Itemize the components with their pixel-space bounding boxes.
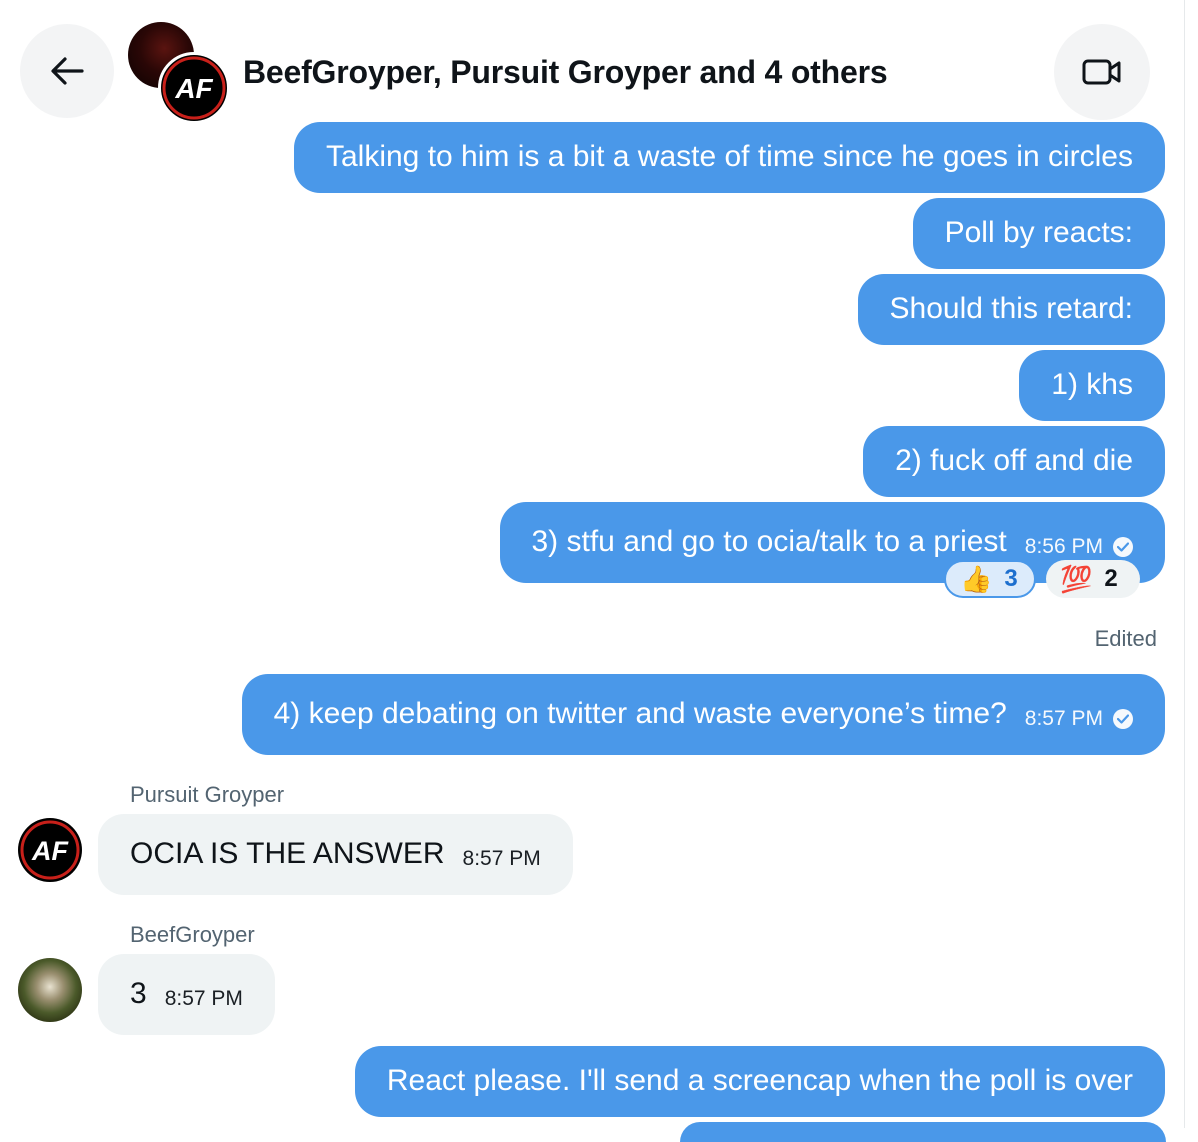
message-meta: 8:57 PM — [1025, 699, 1133, 739]
reaction-thumbs-up[interactable]: 👍 3 — [944, 560, 1036, 598]
reaction-hundred[interactable]: 💯 2 — [1046, 560, 1140, 598]
sender-name: BeefGroyper — [130, 922, 255, 947]
thumbs-up-icon: 👍 — [960, 563, 993, 594]
video-call-button[interactable] — [1054, 24, 1150, 120]
reaction-count: 2 — [1104, 565, 1118, 592]
message-timestamp: 8:57 PM — [164, 987, 243, 1010]
message-bubble-outgoing[interactable]: 2) fuck off and die — [863, 426, 1165, 497]
edited-label: Edited — [1094, 626, 1157, 651]
seen-check-icon — [1113, 537, 1133, 557]
message-text: 2) fuck off and die — [895, 444, 1133, 477]
message-bubble-outgoing-partial[interactable] — [680, 1122, 1166, 1142]
message-text: 1) khs — [1051, 368, 1133, 401]
sender-name: Pursuit Groyper — [130, 782, 285, 807]
message-bubble-outgoing[interactable]: React please. I'll send a screencap when… — [354, 1046, 1165, 1117]
arrow-left-icon — [51, 57, 84, 85]
group-avatar[interactable]: AF — [128, 22, 230, 124]
message-text: Should this retard: — [889, 292, 1133, 325]
message-bubble-outgoing[interactable]: 4) keep debating on twitter and waste ev… — [241, 674, 1165, 755]
reaction-count: 3 — [1004, 565, 1018, 592]
message-bubble-outgoing[interactable]: Poll by reacts: — [912, 198, 1165, 269]
message-bubble-incoming[interactable]: OCIA IS THE ANSWER 8:57 PM — [98, 814, 573, 895]
message-text: 3 — [130, 977, 147, 1010]
panel-divider — [1184, 0, 1185, 1128]
message-text: 3) stfu and go to ocia/talk to a priest — [531, 525, 1007, 558]
seen-check-icon — [1113, 709, 1133, 729]
avatar-beefgroyper[interactable] — [18, 958, 82, 1022]
back-button[interactable] — [20, 24, 114, 118]
hundred-points-icon: 💯 — [1060, 563, 1093, 594]
message-text: React please. I'll send a screencap when… — [386, 1064, 1133, 1097]
message-text: 4) keep debating on twitter and waste ev… — [273, 697, 1007, 730]
message-bubble-outgoing[interactable]: Should this retard: — [857, 274, 1165, 345]
video-camera-icon — [1082, 59, 1121, 85]
avatar-pursuit-groyper[interactable]: AF — [18, 818, 82, 882]
conversation-title: BeefGroyper, Pursuit Groyper and 4 other… — [243, 54, 888, 90]
message-timestamp: 8:57 PM — [1024, 707, 1103, 730]
message-bubble-incoming[interactable]: 3 8:57 PM — [98, 954, 275, 1035]
message-text: OCIA IS THE ANSWER — [130, 837, 445, 870]
message-bubble-outgoing[interactable]: 1) khs — [1019, 350, 1165, 421]
message-text: Poll by reacts: — [944, 216, 1133, 249]
svg-text:AF: AF — [174, 73, 213, 104]
svg-text:AF: AF — [31, 836, 69, 866]
member-avatar-af: AF — [158, 52, 230, 124]
message-bubble-outgoing[interactable]: Talking to him is a bit a waste of time … — [293, 122, 1165, 193]
message-timestamp: 8:57 PM — [462, 847, 541, 870]
message-text: Talking to him is a bit a waste of time … — [325, 140, 1133, 173]
